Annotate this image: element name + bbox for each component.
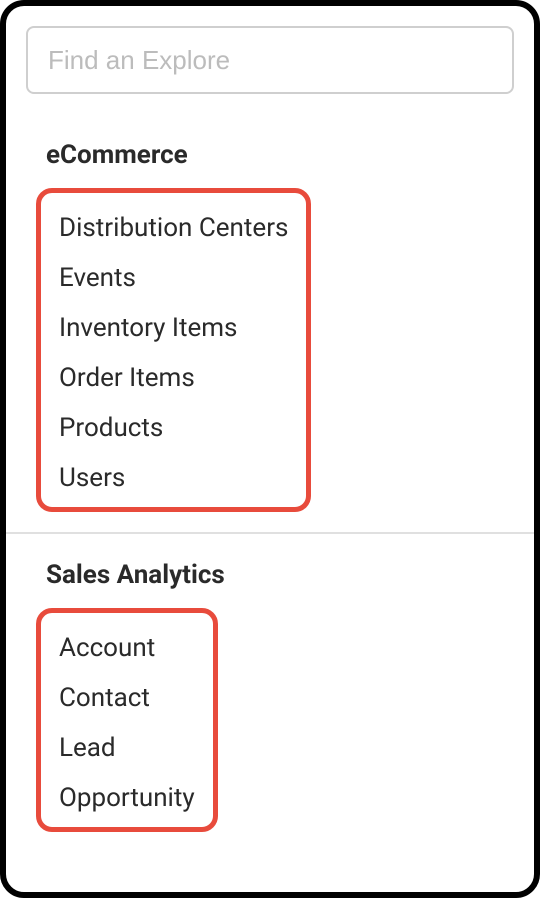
explore-item-events[interactable]: Events <box>53 253 294 303</box>
explore-item-order-items[interactable]: Order Items <box>53 353 294 403</box>
explore-item-lead[interactable]: Lead <box>53 723 201 773</box>
explore-item-distribution-centers[interactable]: Distribution Centers <box>53 203 294 253</box>
highlight-box-sales-analytics: Account Contact Lead Opportunity <box>36 608 218 832</box>
highlight-box-ecommerce: Distribution Centers Events Inventory It… <box>36 188 311 512</box>
section-ecommerce: eCommerce Distribution Centers Events In… <box>6 114 534 522</box>
explore-item-inventory-items[interactable]: Inventory Items <box>53 303 294 353</box>
explore-item-users[interactable]: Users <box>53 453 294 503</box>
section-sales-analytics: Sales Analytics Account Contact Lead Opp… <box>6 532 534 842</box>
section-title-ecommerce: eCommerce <box>6 134 534 182</box>
section-title-sales-analytics: Sales Analytics <box>6 554 534 602</box>
explore-item-account[interactable]: Account <box>53 623 201 673</box>
explore-panel: eCommerce Distribution Centers Events In… <box>0 0 540 898</box>
explore-item-products[interactable]: Products <box>53 403 294 453</box>
explore-item-opportunity[interactable]: Opportunity <box>53 773 201 823</box>
explore-item-contact[interactable]: Contact <box>53 673 201 723</box>
search-input[interactable] <box>26 26 514 94</box>
